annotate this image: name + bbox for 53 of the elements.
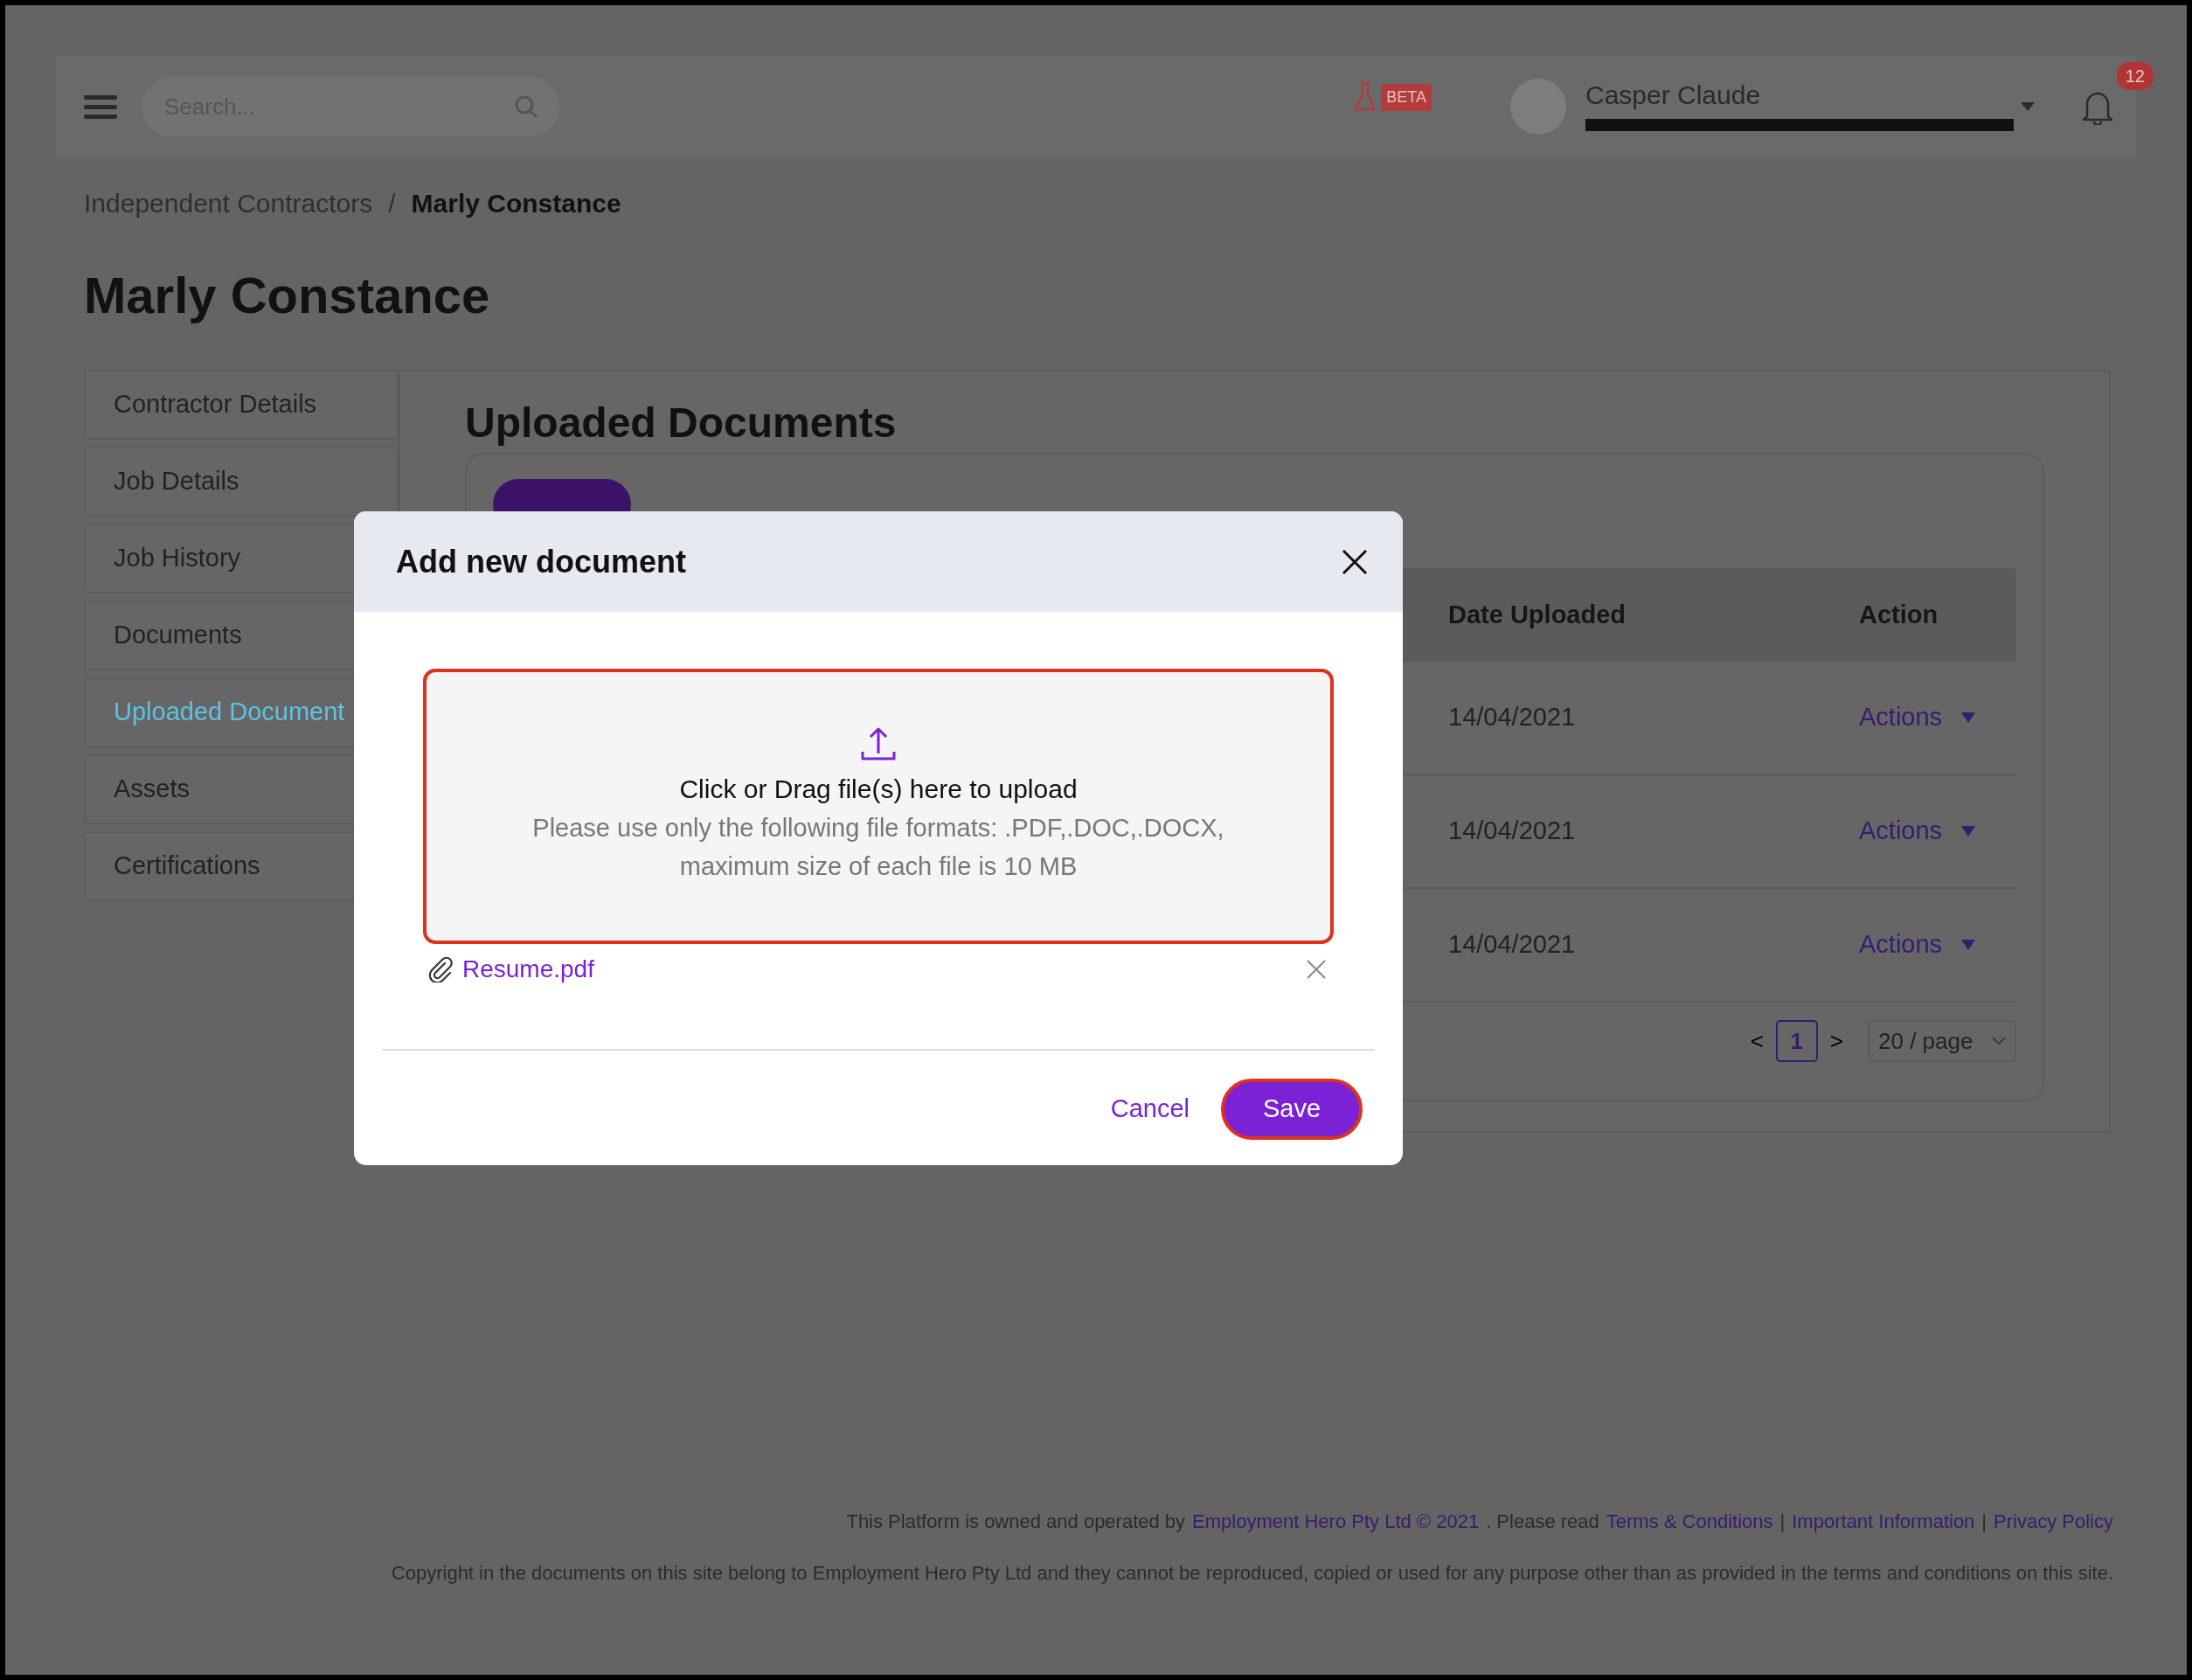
section-title: Uploaded Documents	[465, 398, 898, 448]
next-page-button[interactable]: >	[1829, 1024, 1843, 1059]
page-title: Marly Constance	[84, 266, 491, 325]
footer-link[interactable]: Important Information	[1792, 1507, 1975, 1536]
dropzone-hint: Please use only the following file formats: .PDF,.DOC,.DOCX, maximum size of each file is 10 MB	[531, 813, 1225, 882]
close-icon	[1306, 959, 1327, 980]
beta-badge: BETA	[1381, 83, 1432, 111]
remove-file-button[interactable]	[1306, 959, 1327, 980]
caret-icon	[1961, 712, 1976, 724]
page-button[interactable]: 1	[1775, 1020, 1818, 1063]
footer-text: . Please read	[1486, 1510, 1599, 1534]
footer-link[interactable]: Terms & Conditions	[1606, 1507, 1773, 1536]
copyright-text: Copyright in the documents on this site belong to Employment Hero Pty Ltd and they cannot be reproduced, copied or used for any purpose other than as provided in the terms and conditions on this site.	[391, 1561, 2113, 1586]
footer-text: |	[1779, 1510, 1786, 1534]
column-header: Date Uploaded	[1448, 599, 1627, 630]
actions-dropdown[interactable]: Actions	[1859, 926, 2016, 964]
flask-icon	[1353, 81, 1378, 113]
dialog-title: Add new document	[396, 542, 686, 581]
footer-link[interactable]: Privacy Policy	[1994, 1507, 2113, 1536]
table-cell-text: 14/04/2021	[1448, 702, 1577, 733]
breadcrumb-separator: /	[388, 188, 396, 219]
table-cell-text: 14/04/2021	[1448, 929, 1577, 961]
menu-button[interactable]	[84, 94, 117, 120]
footer-text: |	[1981, 1510, 1987, 1534]
chevron-down-icon	[1992, 1037, 2006, 1046]
dropzone-title: Click or Drag file(s) here to upload	[679, 774, 1078, 805]
upload-icon	[860, 727, 897, 762]
caret-icon	[1961, 826, 1976, 837]
sidebar-item[interactable]: Job Details	[84, 446, 399, 517]
breadcrumb-current: Marly Constance	[411, 188, 621, 219]
caret-icon	[2021, 102, 2035, 111]
table-cell-text: 14/04/2021	[1448, 816, 1577, 847]
user-menu-button[interactable]	[2021, 102, 2035, 111]
page-size-select[interactable]: 20 / page	[1868, 1020, 2016, 1063]
upload-dropzone[interactable]: Click or Drag file(s) here to upload Please use only the following file formats: .PDF,.DOC,.DOCX, maximum size of each file is 10 MB	[423, 669, 1334, 944]
user-name: Casper Claude	[1585, 82, 1762, 108]
search-icon[interactable]	[514, 94, 538, 119]
footer-link[interactable]: Employment Hero Pty Ltd © 2021	[1192, 1507, 1480, 1536]
close-icon	[1342, 548, 1368, 575]
actions-dropdown[interactable]: Actions	[1859, 698, 2016, 737]
actions-dropdown[interactable]: Actions	[1859, 812, 2016, 850]
cancel-button[interactable]: Cancel	[1105, 1089, 1195, 1129]
save-button[interactable]: Save	[1221, 1079, 1363, 1140]
footer-text: This Platform is owned and operated by	[846, 1510, 1186, 1534]
paperclip-icon	[427, 956, 454, 982]
menu-icon	[84, 94, 117, 120]
attachment-link[interactable]: Resume.pdf	[462, 951, 1306, 988]
previous-page-button[interactable]: <	[1750, 1024, 1764, 1059]
close-button[interactable]	[1342, 548, 1368, 575]
caret-icon	[1961, 940, 1976, 951]
column-header: Action	[1859, 599, 1939, 630]
sidebar-item[interactable]: Contractor Details	[84, 369, 399, 440]
notification-count: 12	[2116, 62, 2154, 90]
